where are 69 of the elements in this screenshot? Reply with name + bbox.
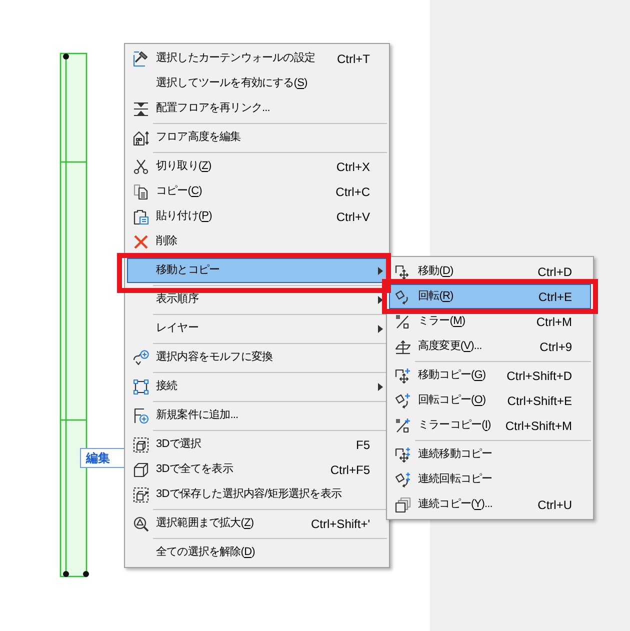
menu-item[interactable]: 回転(R) Ctrl+E bbox=[389, 284, 591, 309]
shortcut-label: Ctrl+M bbox=[535, 314, 572, 330]
multi-move-copy-icon bbox=[394, 446, 410, 462]
shortcut-label: Ctrl+T bbox=[336, 50, 370, 68]
menu-item[interactable]: 切り取り(Z) Ctrl+X bbox=[127, 154, 387, 179]
shortcut-label: Ctrl+D bbox=[536, 264, 572, 280]
rotate-copy-icon bbox=[394, 392, 410, 408]
menu-item[interactable]: レイヤー bbox=[127, 316, 387, 341]
shortcut-label: Ctrl+V bbox=[335, 208, 370, 226]
menu-item[interactable]: 表示順序 bbox=[127, 287, 387, 312]
menu-item[interactable]: 配置フロアを再リンク... bbox=[127, 96, 387, 121]
shortcut-label: Ctrl+Shift+D bbox=[506, 368, 572, 384]
handle-dot-icon[interactable] bbox=[63, 54, 69, 60]
menu-item[interactable]: 選択したカーテンウォールの設定 Ctrl+T bbox=[127, 46, 387, 71]
handle-dot-icon[interactable] bbox=[83, 571, 89, 577]
scissors-icon bbox=[132, 158, 148, 174]
menu-item[interactable]: 選択範囲まで拡大(Z) Ctrl+Shift+' bbox=[127, 511, 387, 536]
cube-icon bbox=[132, 462, 148, 478]
menu-item[interactable]: 3Dで選択 F5 bbox=[127, 432, 387, 457]
shortcut-label: Ctrl+Shift+' bbox=[310, 516, 370, 532]
menu-item[interactable]: 回転コピー(O) Ctrl+Shift+E bbox=[389, 388, 591, 413]
dashed-cube-icon bbox=[132, 436, 148, 452]
mirror-copy-icon bbox=[394, 418, 410, 434]
menu-item[interactable]: 選択内容をモルフに変換 bbox=[127, 345, 387, 370]
edit-tag: 編集 bbox=[80, 448, 124, 468]
shortcut-label: Ctrl+Shift+M bbox=[504, 418, 572, 434]
move-icon bbox=[394, 264, 410, 280]
menu-item[interactable]: 高度変更(V)... Ctrl+9 bbox=[389, 334, 591, 359]
document-plus-icon bbox=[132, 408, 148, 424]
menu-item[interactable]: 3Dで全てを表示 Ctrl+F5 bbox=[127, 457, 387, 482]
menu-item[interactable]: 選択してツールを有効にする(S) bbox=[127, 71, 387, 96]
handle-dot-icon[interactable] bbox=[63, 571, 69, 577]
rotate-icon bbox=[394, 288, 410, 304]
mirror-icon bbox=[394, 314, 410, 330]
menu-item[interactable]: 新規案件に追加... bbox=[127, 403, 387, 428]
house-arrows-icon bbox=[132, 130, 148, 146]
menu-item[interactable]: ミラーコピー(I) Ctrl+Shift+M bbox=[389, 413, 591, 438]
menu-item[interactable]: 移動コピー(G) Ctrl+Shift+D bbox=[389, 363, 591, 388]
menu-item[interactable]: 貼り付け(P) Ctrl+V bbox=[127, 204, 387, 229]
shortcut-label: F5 bbox=[354, 436, 370, 454]
shape-plus-icon bbox=[132, 350, 148, 366]
clipboard-icon bbox=[132, 208, 148, 224]
menu-item[interactable]: 連続移動コピー bbox=[389, 442, 591, 467]
elevation-icon bbox=[394, 338, 410, 354]
menu-item[interactable]: 連続回転コピー bbox=[389, 467, 591, 492]
hammer-icon bbox=[132, 50, 148, 66]
shortcut-label: Ctrl+U bbox=[536, 496, 572, 514]
shortcut-label: Ctrl+X bbox=[335, 158, 370, 176]
move-copy-icon bbox=[394, 368, 410, 384]
menu-item[interactable]: 全ての選択を解除(D) bbox=[127, 540, 387, 565]
menu-item[interactable]: コピー(C) Ctrl+C bbox=[127, 179, 387, 204]
cross-icon bbox=[132, 234, 148, 250]
zoom-icon bbox=[132, 516, 148, 532]
shortcut-label: Ctrl+E bbox=[537, 288, 572, 306]
menu-item[interactable]: 移動とコピー bbox=[127, 258, 387, 283]
floor-levels-icon bbox=[132, 100, 148, 116]
menu-item[interactable]: 削除 bbox=[127, 229, 387, 254]
shortcut-label: Ctrl+Shift+E bbox=[506, 392, 572, 410]
shortcut-label: Ctrl+F5 bbox=[329, 462, 370, 478]
menu-item[interactable]: 3Dで保存した選択内容/矩形選択を表示 bbox=[127, 482, 387, 507]
copy-icon bbox=[132, 184, 148, 200]
stacked-squares-icon bbox=[394, 496, 410, 512]
shortcut-label: Ctrl+C bbox=[334, 184, 370, 200]
menu-item[interactable]: フロア高度を編集 bbox=[127, 125, 387, 150]
menu-item[interactable]: 接続 bbox=[127, 374, 387, 399]
menu-item[interactable]: 連続コピー(Y)... Ctrl+U bbox=[389, 492, 591, 517]
connect-nodes-icon bbox=[132, 378, 148, 394]
multi-rotate-copy-icon bbox=[394, 472, 410, 488]
shortcut-label: Ctrl+9 bbox=[538, 338, 572, 356]
